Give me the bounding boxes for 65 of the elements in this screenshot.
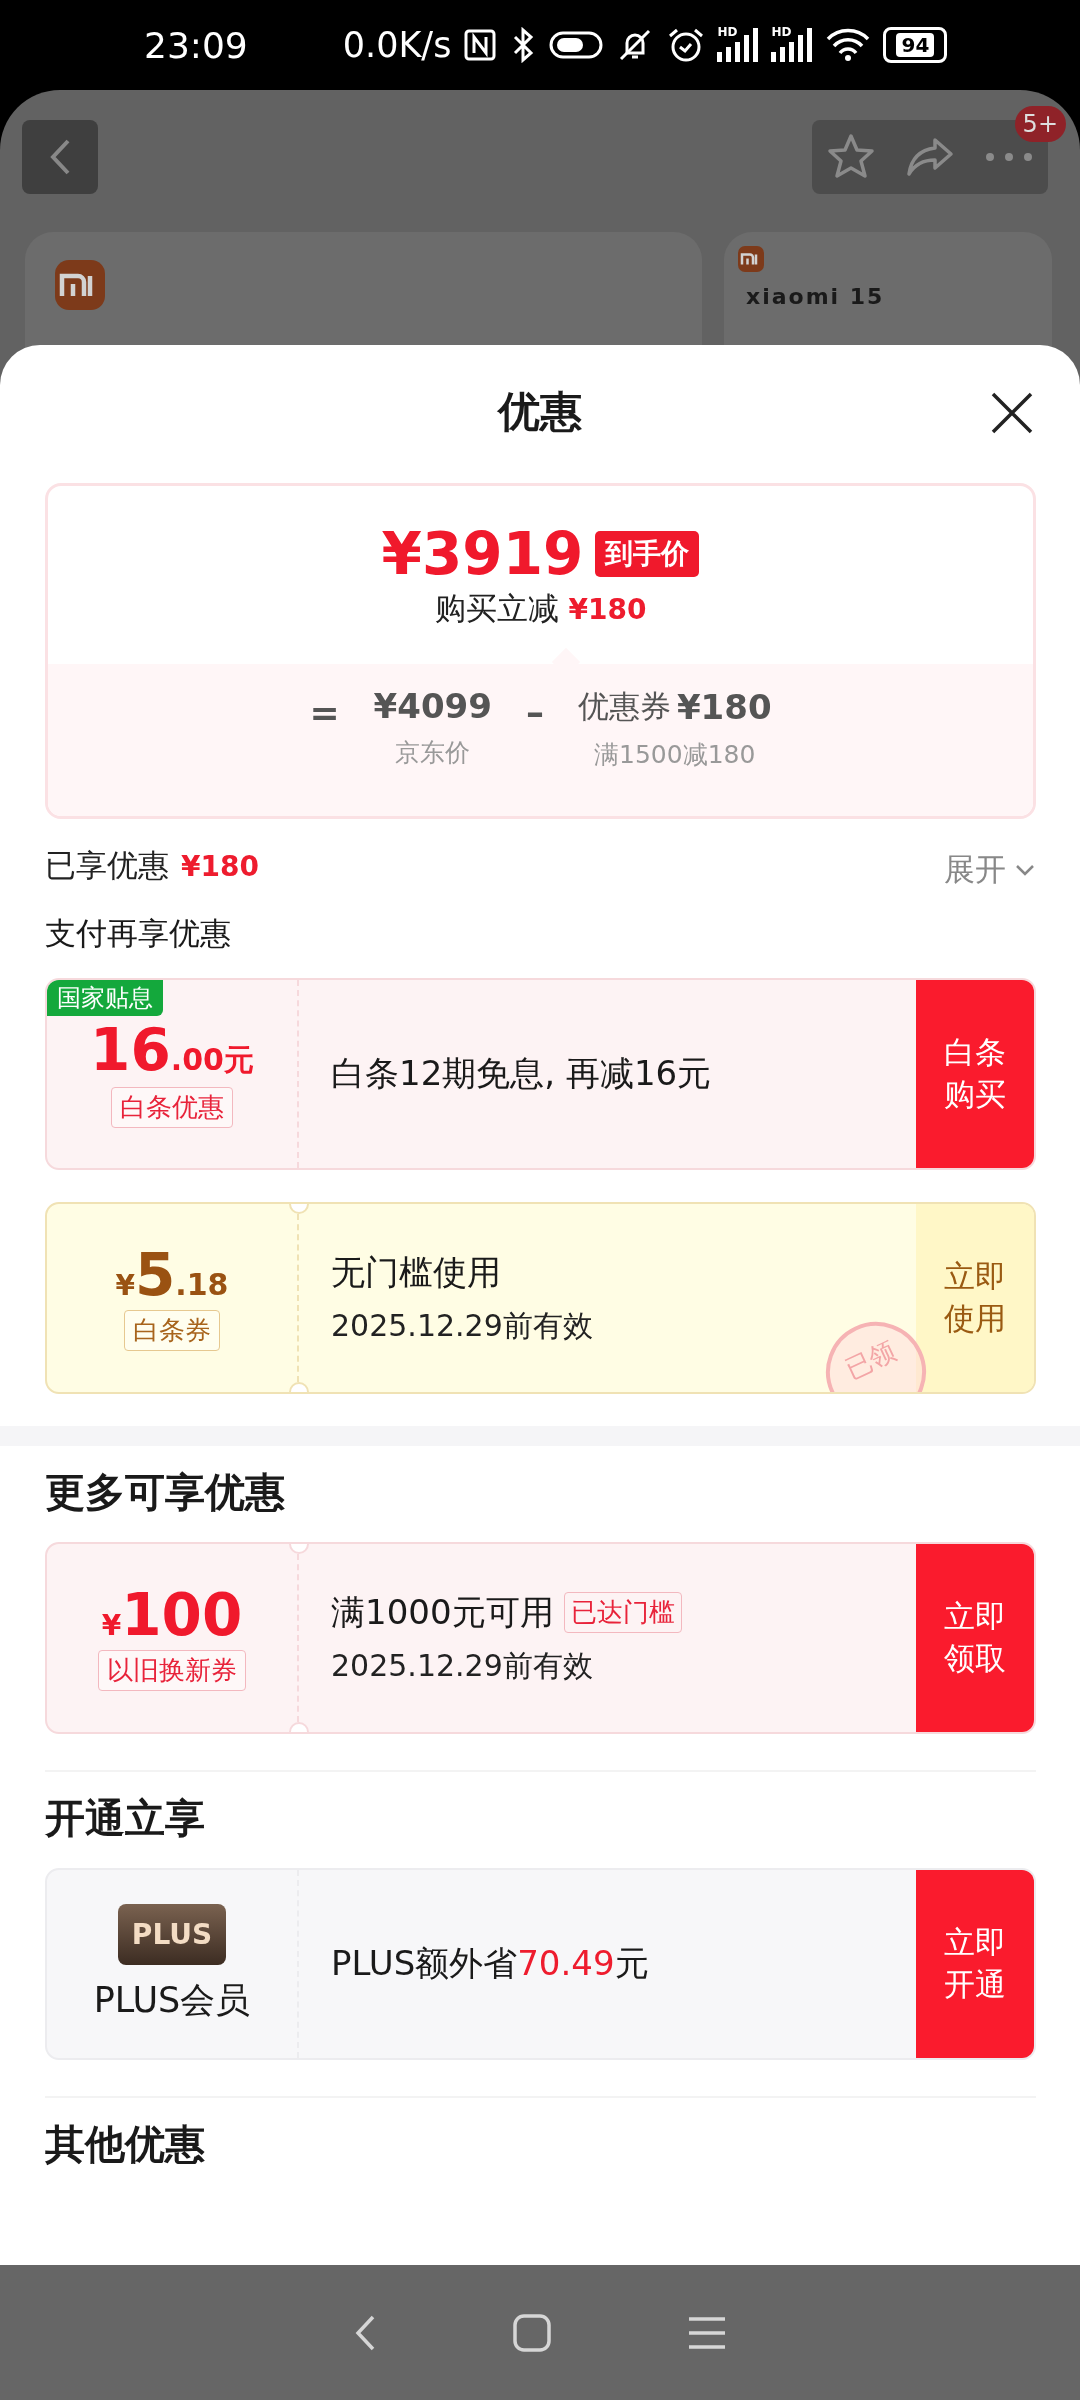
discount-label: 购买立减 xyxy=(434,589,559,628)
close-icon[interactable] xyxy=(990,391,1034,435)
list-price-label: 京东价 xyxy=(395,737,471,769)
section-heading: 更多可享优惠 xyxy=(45,1468,286,1518)
offer-validity: 2025.12.29前有效 xyxy=(331,1306,594,1345)
enjoyed-amount: ¥180 xyxy=(181,849,259,883)
section-heading: 支付再享优惠 xyxy=(45,914,232,953)
offer-type-tag: 白条券 xyxy=(124,1309,220,1351)
network-type-label: HD xyxy=(771,26,792,38)
discount-amount: ¥180 xyxy=(568,592,647,626)
offer-action-button[interactable]: 立即领取 xyxy=(916,1544,1034,1733)
offer-value-decimal: .18 xyxy=(175,1266,229,1302)
list-price: ¥4099 xyxy=(373,686,492,726)
enjoyed-label: 已享优惠 xyxy=(45,846,169,885)
offer-validity: 2025.12.29前有效 xyxy=(331,1646,594,1685)
plus-logo: PLUS xyxy=(117,1904,227,1966)
offer-type-tag: 白条优惠 xyxy=(111,1086,233,1128)
battery-icon: 94 xyxy=(883,27,948,63)
chevron-icon xyxy=(1014,863,1036,877)
offer-type-tag: 以旧换新券 xyxy=(98,1649,246,1691)
offer-action-button[interactable]: 立即开通 xyxy=(916,1870,1034,2059)
offer-value: 100 xyxy=(121,1585,243,1644)
offer-description: PLUS额外省70.49元 xyxy=(331,1942,650,1986)
notification-badge: 5+ xyxy=(1014,106,1066,142)
minus-sign: – xyxy=(525,691,544,733)
offer-title: 满1000元可用 xyxy=(331,1590,554,1634)
price-tag: 到手价 xyxy=(595,531,700,577)
menu-nav-icon[interactable] xyxy=(687,2314,727,2351)
back-button[interactable] xyxy=(22,120,98,194)
back-icon xyxy=(48,137,72,177)
brand-logo-icon xyxy=(738,246,764,272)
network-type-label: HD xyxy=(717,26,738,38)
coupon-name: 优惠券 xyxy=(577,687,671,726)
more-icon[interactable] xyxy=(983,151,1034,163)
coupon-condition: 满1500减180 xyxy=(594,739,756,771)
section-heading: 其他优惠 xyxy=(45,2120,206,2170)
offer-action-button[interactable]: 白条购买 xyxy=(916,980,1034,1169)
status-time: 23:09 xyxy=(144,24,248,66)
signal-icon xyxy=(717,28,760,62)
coupon-amount: ¥180 xyxy=(676,687,772,727)
alarm-icon xyxy=(667,26,706,64)
section-heading: 开通立享 xyxy=(45,1794,206,1844)
brand-logo-icon xyxy=(55,260,105,310)
currency-symbol: ¥ xyxy=(101,1608,122,1642)
equals-sign: = xyxy=(309,691,340,733)
wifi-icon xyxy=(825,27,872,63)
offer-title: 白条12期免息, 再减16元 xyxy=(331,1052,712,1096)
offer-value: 16 xyxy=(90,1020,171,1079)
threshold-badge: 已达门槛 xyxy=(563,1592,682,1634)
signal-icon xyxy=(771,28,814,62)
offer-action-button[interactable]: 立即使用 xyxy=(916,1204,1034,1393)
home-nav-icon[interactable] xyxy=(512,2312,552,2353)
product-title: xiaomi 15 xyxy=(745,284,886,309)
sheet-title: 优惠 xyxy=(498,386,582,438)
membership-name: PLUS会员 xyxy=(93,1979,251,2023)
offer-title: 无门槛使用 xyxy=(331,1250,501,1294)
toggle-icon xyxy=(549,29,604,61)
subsidy-tag: 国家贴息 xyxy=(47,980,163,1017)
final-price: ¥3919 xyxy=(381,520,584,588)
currency-symbol: ¥ xyxy=(115,1268,135,1302)
offer-value: 5 xyxy=(135,1245,176,1304)
offer-value-decimal: .00元 xyxy=(170,1040,254,1079)
network-speed: 0.0K/s xyxy=(342,25,452,65)
expand-toggle[interactable]: 展开 xyxy=(944,849,1036,891)
nfc-icon xyxy=(463,28,498,62)
